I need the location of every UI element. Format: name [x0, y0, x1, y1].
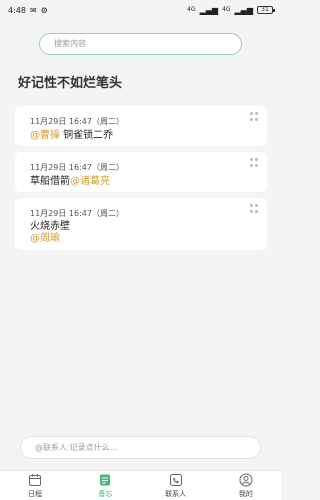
tab-schedule[interactable]: 日程	[5, 472, 65, 499]
status-bar: 4:48 ✉ ⚙ 4G ▂▄▆ 4G ▂▄▆ 31	[0, 0, 281, 20]
note-card-2[interactable]: 11月29日 16:47（周二） 草船借箭@诸葛亮	[15, 152, 267, 192]
note-content: 草船借箭@诸葛亮	[30, 172, 110, 187]
tab-profile[interactable]: 我的	[216, 472, 276, 499]
calendar-icon	[27, 472, 43, 488]
mention[interactable]: @周瑜	[30, 229, 60, 244]
network-label-2: 4G	[222, 6, 231, 13]
signal-icon: ▂▄▆	[199, 5, 219, 15]
drag-handle-icon[interactable]	[250, 204, 259, 213]
note-text: 草船借箭	[30, 176, 70, 187]
battery-icon: 31	[257, 6, 275, 14]
status-left: 4:48 ✉ ⚙	[8, 6, 48, 15]
note-content: @曹操 铜雀锁二乔	[30, 126, 113, 141]
status-time: 4:48	[8, 5, 26, 15]
mention[interactable]: @曹操	[30, 130, 60, 141]
tab-label: 备忘	[98, 490, 113, 498]
search-input[interactable]	[39, 32, 242, 55]
tab-label: 联系人	[165, 490, 187, 498]
settings-icon: ⚙	[40, 5, 48, 15]
bottom-tab-bar: 日程 备忘 联系人 我的	[0, 470, 281, 500]
tab-contacts[interactable]: 联系人	[146, 472, 206, 499]
tab-label: 日程	[28, 490, 43, 498]
note-card-1[interactable]: 11月29日 16:47（周二） @曹操 铜雀锁二乔	[15, 106, 267, 146]
memo-icon	[97, 472, 113, 488]
page-title: 好记性不如烂笔头	[18, 76, 123, 91]
search-box[interactable]	[39, 31, 242, 55]
notification-icon: ✉	[29, 5, 37, 15]
tab-memo[interactable]: 备忘	[75, 472, 135, 499]
signal-icon-2: ▂▄▆	[234, 5, 253, 15]
note-card-3[interactable]: 11月29日 16:47（周二） 火烧赤壁 @周瑜	[15, 198, 267, 250]
note-text: 铜雀锁二乔	[60, 130, 114, 141]
status-right: 4G ▂▄▆ 4G ▂▄▆ 31	[187, 5, 275, 15]
profile-icon	[238, 472, 254, 488]
tab-label: 我的	[238, 490, 253, 498]
mention[interactable]: @诸葛亮	[70, 176, 110, 187]
network-label-1: 4G	[187, 6, 196, 13]
drag-handle-icon[interactable]	[250, 112, 259, 121]
phone-icon	[168, 472, 184, 488]
drag-handle-icon[interactable]	[250, 158, 259, 167]
note-composer-input[interactable]	[20, 436, 261, 459]
